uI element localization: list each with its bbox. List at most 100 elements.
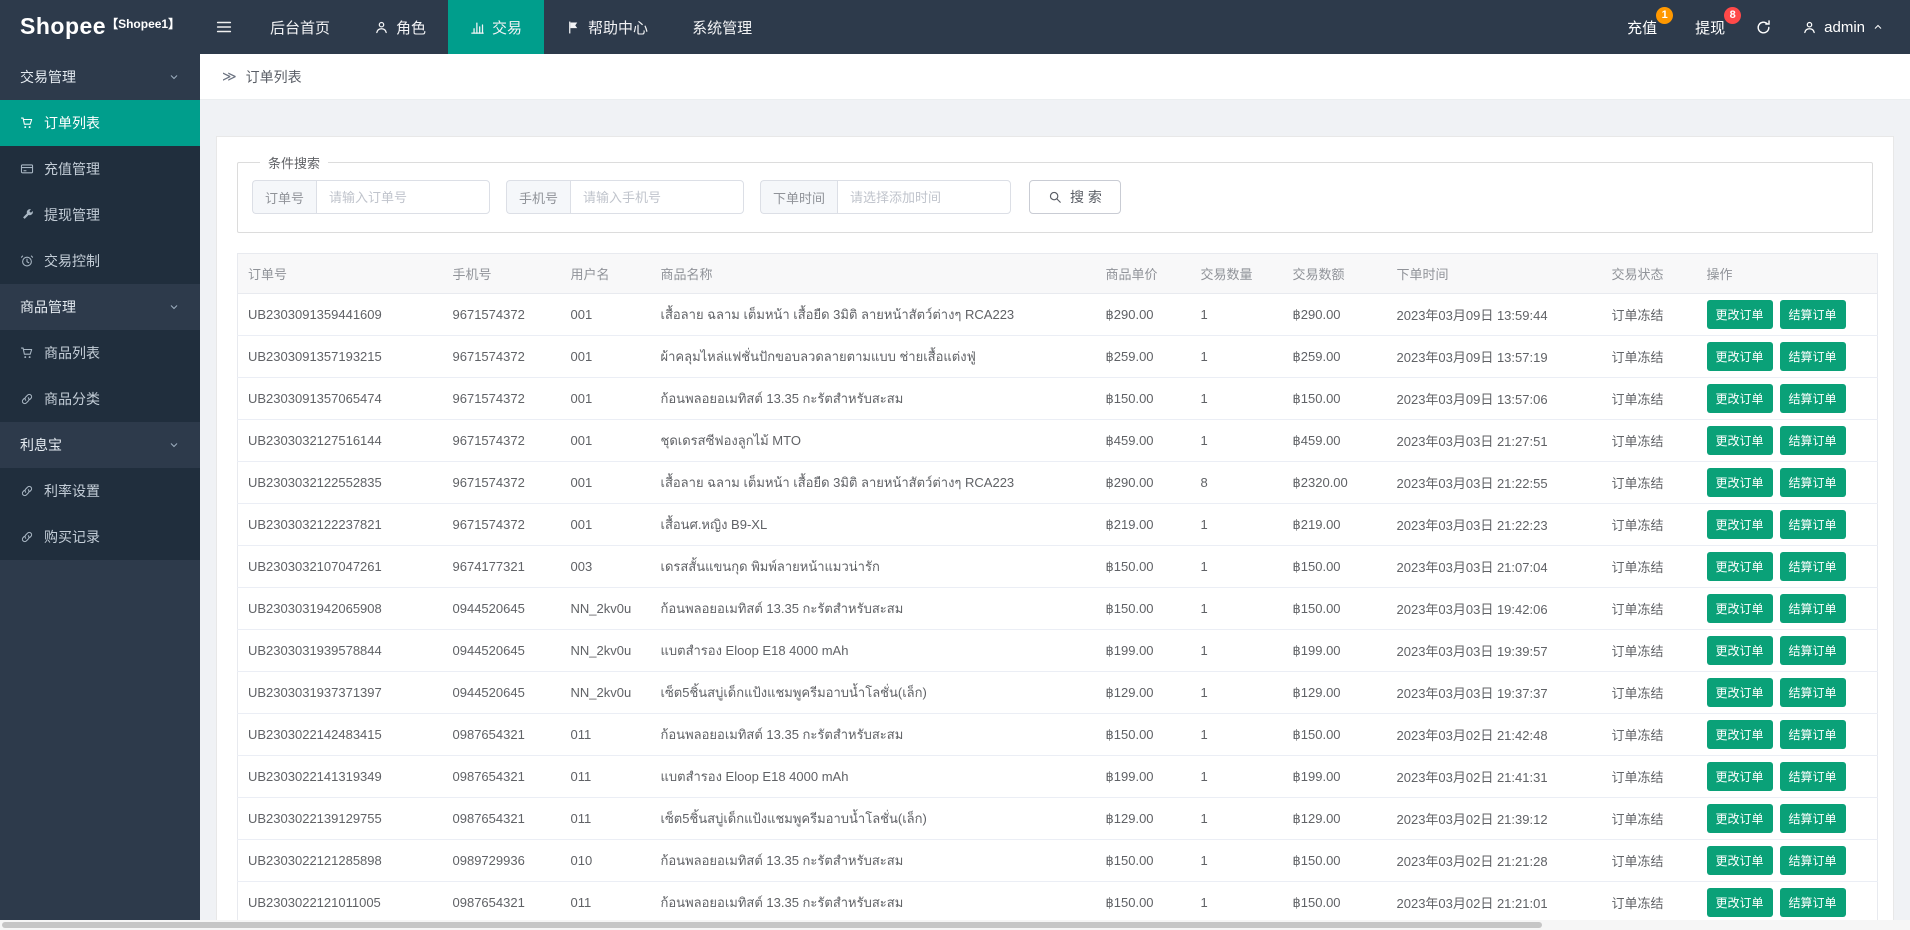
change-order-button[interactable]: 更改订单 — [1706, 720, 1773, 749]
settle-order-button[interactable]: 结算订单 — [1779, 594, 1846, 623]
cell-phone: 9671574372 — [442, 419, 561, 462]
table-row: UB2303031937371397 0944520645 NN_2kv0u เซ็ต… — [237, 671, 1878, 714]
nav-system-label: 系统管理 — [692, 19, 753, 37]
menu-withdraw-management[interactable]: 提现管理 — [0, 192, 200, 238]
settle-order-button[interactable]: 结算订单 — [1779, 510, 1846, 539]
cell-actions: 更改订单结算订单 — [1696, 545, 1878, 588]
user-icon — [1802, 20, 1817, 35]
col-unit-price: 商品单价 — [1095, 253, 1191, 294]
menu-trade-control[interactable]: 交易控制 — [0, 238, 200, 284]
col-phone: 手机号 — [442, 253, 561, 294]
nav-system[interactable]: 系统管理 — [670, 0, 774, 54]
phone-field: 手机号 — [506, 180, 745, 214]
order-time-input[interactable] — [837, 180, 1012, 214]
change-order-button[interactable]: 更改订单 — [1706, 888, 1773, 917]
settle-order-button[interactable]: 结算订单 — [1779, 720, 1846, 749]
settle-order-button[interactable]: 结算订单 — [1779, 888, 1846, 917]
change-order-button[interactable]: 更改订单 — [1706, 300, 1773, 329]
search-button[interactable]: 搜 索 — [1029, 180, 1121, 214]
cell-order-no: UB2303091359441609 — [237, 293, 443, 336]
menu-product-category[interactable]: 商品分类 — [0, 376, 200, 422]
cell-phone: 0989729936 — [442, 839, 561, 882]
cell-amount: ฿150.00 — [1282, 587, 1387, 630]
cell-quantity: 1 — [1190, 545, 1283, 588]
change-order-button[interactable]: 更改订单 — [1706, 384, 1773, 413]
settle-order-button[interactable]: 结算订单 — [1779, 552, 1846, 581]
settle-order-button[interactable]: 结算订单 — [1779, 342, 1846, 371]
settle-order-button[interactable]: 结算订单 — [1779, 300, 1846, 329]
horizontal-scrollbar-thumb[interactable] — [2, 922, 1542, 928]
settle-order-button[interactable]: 结算订单 — [1779, 468, 1846, 497]
chevron-up-icon — [1872, 21, 1884, 33]
stats-icon — [470, 20, 485, 35]
cell-order-time: 2023年03月02日 21:41:31 — [1386, 755, 1602, 798]
menu-interest-treasure[interactable]: 利息宝 — [0, 422, 200, 468]
change-order-button[interactable]: 更改订单 — [1706, 762, 1773, 791]
cell-order-time: 2023年03月03日 21:07:04 — [1386, 545, 1602, 588]
menu-recharge-management[interactable]: 充值管理 — [0, 146, 200, 192]
cell-actions: 更改订单结算订单 — [1696, 377, 1878, 420]
cell-phone: 0987654321 — [442, 797, 561, 840]
table-row: UB2303091357065474 9671574372 001 ก้อนพลอยอ… — [237, 377, 1878, 420]
menu-purchase-records-label: 购买记录 — [44, 529, 100, 545]
menu-purchase-records[interactable]: 购买记录 — [0, 514, 200, 560]
nav-role[interactable]: 角色 — [352, 0, 448, 54]
refresh-button[interactable] — [1755, 19, 1772, 36]
settle-order-button[interactable]: 结算订单 — [1779, 804, 1846, 833]
change-order-button[interactable]: 更改订单 — [1706, 510, 1773, 539]
menu-order-list[interactable]: 订单列表 — [0, 100, 200, 146]
chevron-down-icon — [168, 439, 180, 451]
cell-amount: ฿459.00 — [1282, 419, 1387, 462]
nav-help-center-label: 帮助中心 — [588, 19, 649, 37]
cell-order-no: UB2303032122237821 — [237, 503, 443, 546]
user-menu[interactable]: admin — [1802, 19, 1884, 36]
withdraw-shortcut[interactable]: 提现 8 — [1695, 6, 1742, 38]
cell-product-name: เสื้อลาย ฉลาม เต็มหน้า เสื้อยืด 3มิติ ลา… — [650, 293, 1096, 336]
change-order-button[interactable]: 更改订单 — [1706, 594, 1773, 623]
nav-dashboard[interactable]: 后台首页 — [248, 0, 352, 54]
wrench-icon — [20, 208, 34, 222]
cell-trade-status: 订单冻结 — [1601, 755, 1697, 798]
cell-phone: 9674177321 — [442, 545, 561, 588]
settle-order-button[interactable]: 结算订单 — [1779, 846, 1846, 875]
cell-order-no: UB2303022141319349 — [237, 755, 443, 798]
cell-quantity: 1 — [1190, 335, 1283, 378]
menu-product-list[interactable]: 商品列表 — [0, 330, 200, 376]
flag-icon — [566, 20, 581, 35]
cell-order-time: 2023年03月03日 19:42:06 — [1386, 587, 1602, 630]
sidebar-toggle-button[interactable] — [200, 0, 248, 54]
brand-logo: Shopee 【Shopee1】 — [0, 14, 200, 40]
settle-order-button[interactable]: 结算订单 — [1779, 384, 1846, 413]
settle-order-button[interactable]: 结算订单 — [1779, 678, 1846, 707]
cell-order-no: UB2303032107047261 — [237, 545, 443, 588]
change-order-button[interactable]: 更改订单 — [1706, 342, 1773, 371]
change-order-button[interactable]: 更改订单 — [1706, 552, 1773, 581]
table-header-row: 订单号 手机号 用户名 商品名称 商品单价 交易数量 交易数额 下单时间 交易状态 操作 — [237, 253, 1878, 294]
menu-interest-rate-settings[interactable]: 利率设置 — [0, 468, 200, 514]
refresh-icon — [1755, 19, 1772, 36]
cell-unit-price: ฿459.00 — [1095, 419, 1191, 462]
settle-order-button[interactable]: 结算订单 — [1779, 636, 1846, 665]
change-order-button[interactable]: 更改订单 — [1706, 804, 1773, 833]
order-no-input[interactable] — [316, 180, 491, 214]
horizontal-scrollbar[interactable] — [0, 920, 1910, 930]
settle-order-button[interactable]: 结算订单 — [1779, 426, 1846, 455]
change-order-button[interactable]: 更改订单 — [1706, 678, 1773, 707]
cell-order-no: UB2303022139129755 — [237, 797, 443, 840]
chevron-down-icon — [168, 301, 180, 313]
change-order-button[interactable]: 更改订单 — [1706, 426, 1773, 455]
change-order-button[interactable]: 更改订单 — [1706, 468, 1773, 497]
change-order-button[interactable]: 更改订单 — [1706, 636, 1773, 665]
card-icon — [20, 162, 34, 176]
menu-trade-management[interactable]: 交易管理 — [0, 54, 200, 100]
nav-help-center[interactable]: 帮助中心 — [544, 0, 670, 54]
menu-product-management[interactable]: 商品管理 — [0, 284, 200, 330]
settle-order-button[interactable]: 结算订单 — [1779, 762, 1846, 791]
change-order-button[interactable]: 更改订单 — [1706, 846, 1773, 875]
nav-trade[interactable]: 交易 — [448, 0, 545, 54]
phone-input[interactable] — [570, 180, 745, 214]
brand-sub-label: 【Shopee1】 — [106, 17, 181, 32]
cell-phone: 0944520645 — [442, 629, 561, 672]
cell-amount: ฿2320.00 — [1282, 461, 1387, 504]
recharge-shortcut[interactable]: 充值 1 — [1627, 6, 1674, 38]
